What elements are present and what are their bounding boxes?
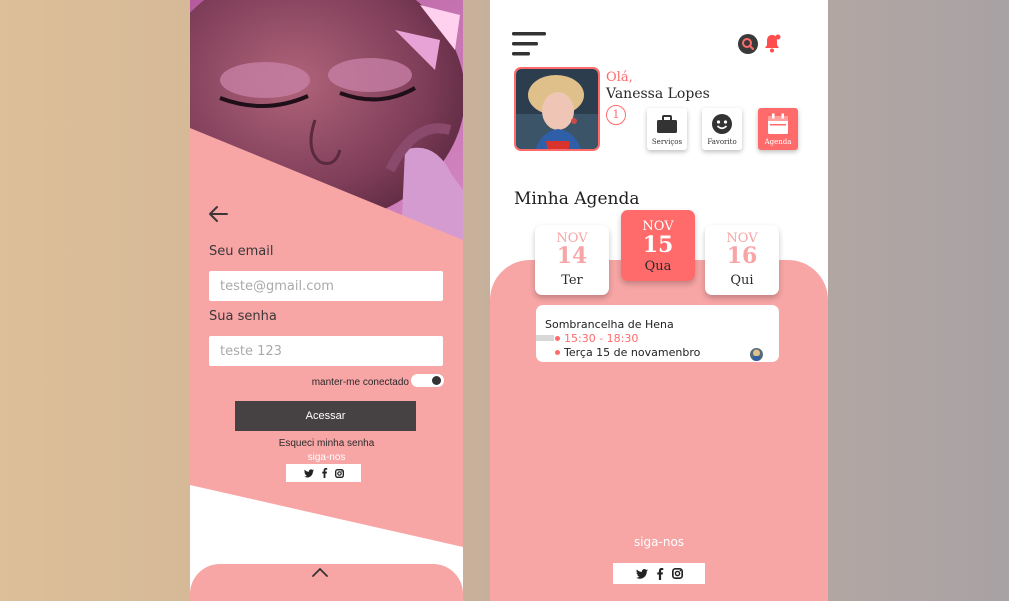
instagram-icon[interactable]: [334, 468, 344, 478]
favorites-button[interactable]: Favorito: [702, 108, 742, 150]
instagram-icon[interactable]: [671, 568, 683, 579]
event-card[interactable]: Sombrancelha de Hena 15:30 - 18:30 Terça…: [536, 305, 779, 362]
notification-count-badge[interactable]: 1: [606, 105, 626, 125]
access-button[interactable]: Acessar: [235, 401, 416, 431]
calendar-icon: [768, 113, 788, 134]
twitter-icon[interactable]: [303, 468, 314, 478]
day-weekday: Qua: [644, 259, 672, 274]
event-indicator-bar: [536, 335, 554, 341]
toggle-knob: [432, 376, 441, 385]
facebook-icon[interactable]: [321, 468, 328, 478]
day-number: 16: [726, 243, 758, 269]
favorites-label: Favorito: [707, 138, 737, 146]
briefcase-icon: [657, 115, 677, 133]
event-time: 15:30 - 18:30: [564, 332, 639, 345]
day-number: 15: [642, 232, 674, 258]
smiley-icon: [712, 114, 732, 134]
services-button[interactable]: Serviços: [647, 108, 687, 150]
agenda-button[interactable]: Agenda: [758, 108, 798, 150]
social-links: [286, 464, 361, 482]
user-name: Vanessa Lopes: [606, 86, 710, 102]
social-links: [613, 563, 705, 584]
remember-me-label: manter-me conectado: [311, 377, 409, 388]
agenda-label: Agenda: [764, 138, 792, 146]
chevron-up-icon[interactable]: [311, 566, 329, 578]
email-field[interactable]: [209, 271, 443, 301]
date-dot: [555, 350, 560, 355]
avatar[interactable]: [514, 67, 600, 151]
facebook-icon[interactable]: [656, 567, 664, 580]
section-title: Minha Agenda: [514, 189, 640, 209]
search-icon: [742, 38, 754, 50]
remember-me-toggle[interactable]: [411, 374, 444, 387]
greeting-text: Olá,: [606, 70, 633, 85]
search-button[interactable]: [738, 34, 758, 54]
day-number: 14: [556, 243, 588, 269]
day-card-selected[interactable]: NOV 15 Qua: [621, 210, 695, 281]
day-weekday: Ter: [561, 273, 583, 288]
time-dot: [555, 336, 560, 341]
twitter-icon[interactable]: [635, 568, 648, 579]
email-label: Seu email: [209, 244, 274, 259]
day-card[interactable]: NOV 14 Ter: [535, 225, 609, 295]
agenda-screen: Olá, Vanessa Lopes 1 Serviços Favorito A…: [490, 0, 828, 601]
event-client-avatar: [750, 348, 763, 361]
profile-photo: [516, 69, 598, 149]
login-screen: Seu email Sua senha manter-me conectado …: [190, 0, 463, 601]
event-date: Terça 15 de novamenbro: [564, 346, 701, 359]
password-label: Sua senha: [209, 309, 277, 324]
back-arrow-icon[interactable]: [207, 203, 229, 225]
follow-us-label: siga-nos: [633, 535, 685, 549]
services-label: Serviços: [651, 138, 683, 146]
forgot-password-link[interactable]: Esqueci minha senha: [190, 438, 463, 449]
menu-icon[interactable]: [512, 32, 546, 56]
notification-bell-icon[interactable]: [763, 33, 781, 53]
day-weekday: Qui: [730, 273, 754, 288]
event-title: Sombrancelha de Hena: [545, 318, 674, 331]
day-card[interactable]: NOV 16 Qui: [705, 225, 779, 295]
follow-us-label: siga-nos: [307, 452, 346, 463]
password-field[interactable]: [209, 336, 443, 366]
